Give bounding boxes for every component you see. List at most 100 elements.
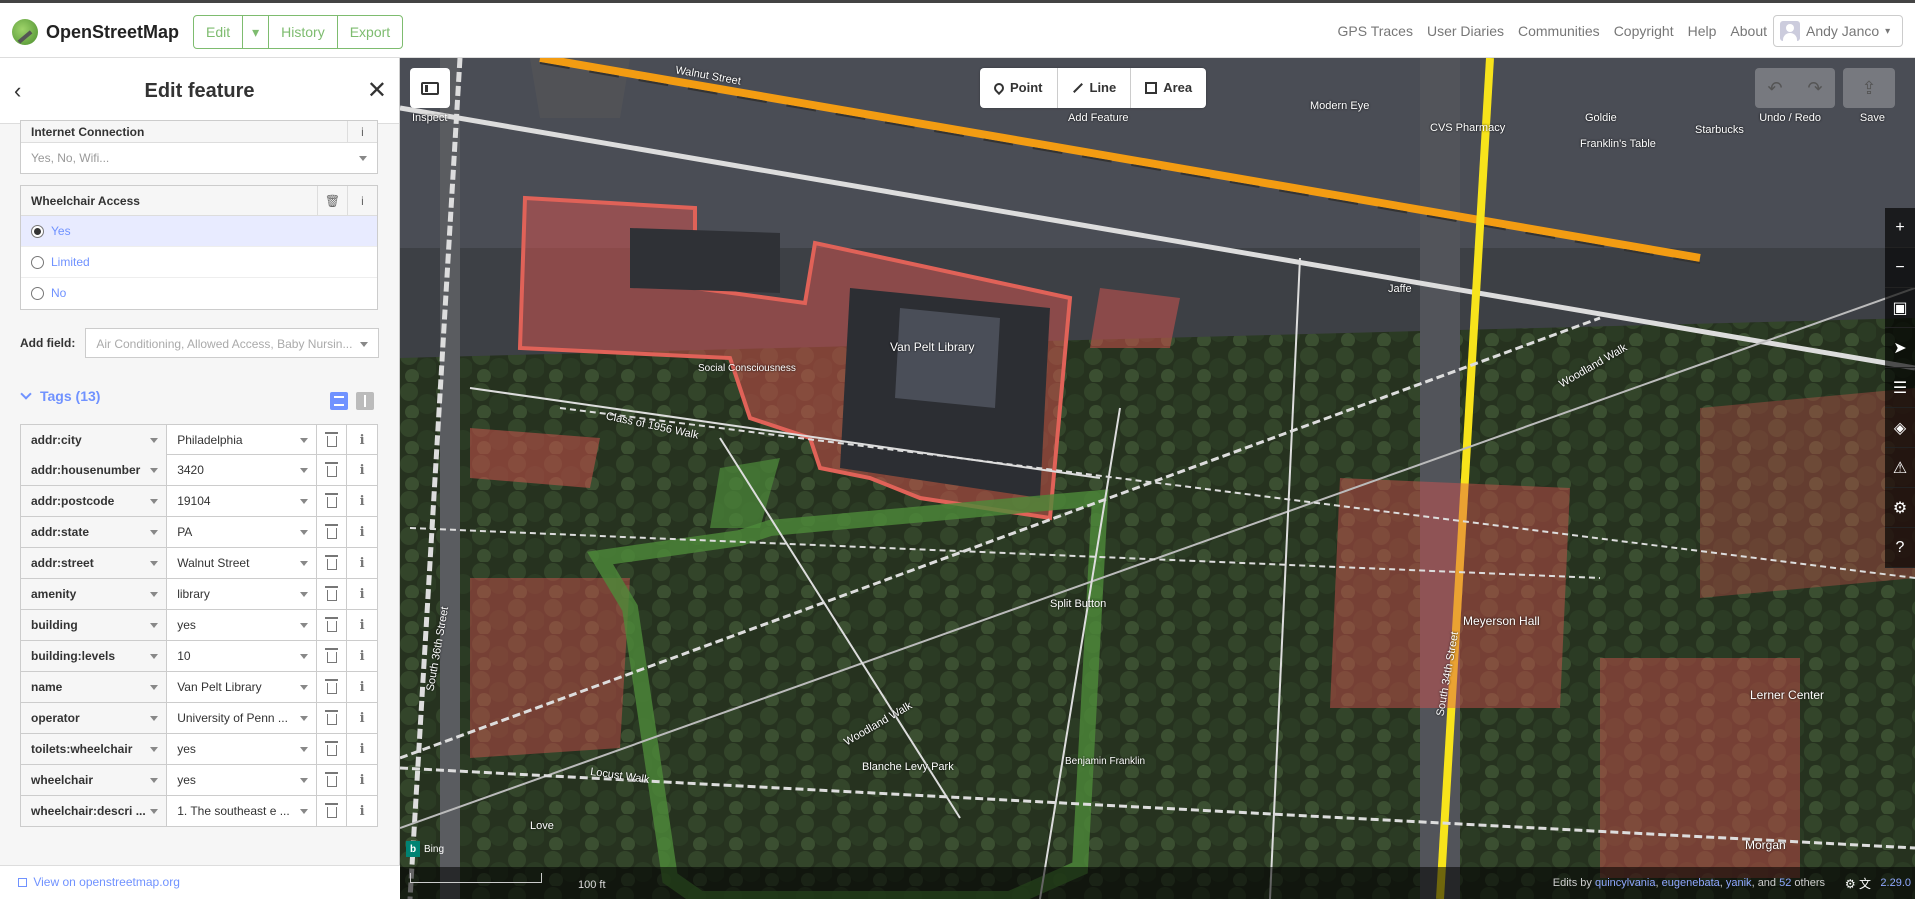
delete-tag-button[interactable]	[317, 734, 348, 764]
tag-key-input[interactable]: wheelchair:descri ...	[21, 796, 168, 826]
tag-info-button[interactable]: i	[347, 796, 377, 826]
delete-tag-button[interactable]	[317, 641, 348, 671]
background-layers-icon[interactable]: ☰	[1885, 368, 1915, 408]
tag-info-button[interactable]: i	[347, 548, 377, 578]
tag-value-input[interactable]: yes	[167, 765, 318, 795]
link-about[interactable]: About	[1730, 23, 1767, 39]
tag-value-input[interactable]: yes	[167, 734, 318, 764]
delete-tag-button[interactable]	[317, 610, 348, 640]
delete-tag-button[interactable]	[317, 672, 348, 702]
delete-tag-button[interactable]	[317, 548, 348, 578]
tag-info-button[interactable]: i	[347, 765, 377, 795]
close-icon[interactable]: ✕	[367, 76, 387, 105]
undo-icon[interactable]: ↶	[1755, 68, 1795, 108]
delete-tag-button[interactable]	[317, 517, 348, 547]
user-menu-button[interactable]: Andy Janco ▾	[1773, 15, 1903, 47]
tag-info-button[interactable]: i	[347, 703, 377, 733]
delete-tag-button[interactable]	[317, 765, 348, 795]
delete-tag-button[interactable]	[317, 579, 348, 609]
internet-connection-combo[interactable]: Yes, No, Wifi...	[21, 143, 377, 173]
wheelchair-option-no[interactable]: No	[21, 278, 377, 309]
text-view-icon[interactable]	[356, 392, 374, 410]
wheelchair-option-limited[interactable]: Limited	[21, 247, 377, 278]
add-point-button[interactable]: Point	[980, 68, 1058, 108]
tag-key-input[interactable]: name	[21, 672, 168, 702]
tag-info-button[interactable]: i	[347, 455, 377, 485]
bing-attribution[interactable]: b Bing	[406, 841, 444, 857]
trash-icon[interactable]: 🗑︎	[317, 186, 347, 216]
tag-key-input[interactable]: addr:street	[21, 548, 168, 578]
tag-info-button[interactable]: i	[347, 486, 377, 516]
history-button[interactable]: History	[269, 16, 338, 48]
tag-key-input[interactable]: wheelchair	[21, 765, 168, 795]
link-gps-traces[interactable]: GPS Traces	[1338, 23, 1413, 39]
export-button[interactable]: Export	[338, 16, 402, 48]
list-view-icon[interactable]	[330, 392, 348, 410]
radio-button[interactable]	[31, 287, 44, 300]
tag-key-input[interactable]: building	[21, 610, 168, 640]
osm-logo[interactable]: OpenStreetMap	[12, 19, 179, 45]
tag-info-button[interactable]: i	[347, 641, 377, 671]
tag-key-input[interactable]: building:levels	[21, 641, 168, 671]
tag-value-input[interactable]: Philadelphia	[167, 425, 318, 455]
link-user-diaries[interactable]: User Diaries	[1427, 23, 1504, 39]
tag-value-input[interactable]: 10	[167, 641, 318, 671]
edit-dropdown-button[interactable]: ▾	[243, 16, 270, 48]
tag-value-input[interactable]: Van Pelt Library	[167, 672, 318, 702]
redo-icon[interactable]: ↷	[1795, 68, 1835, 108]
map-data-icon[interactable]: ◈	[1885, 408, 1915, 448]
editor-link-2[interactable]: eugenebata	[1662, 877, 1720, 889]
radio-button[interactable]	[31, 256, 44, 269]
delete-tag-button[interactable]	[317, 425, 348, 455]
scale-bar[interactable]	[410, 873, 542, 883]
delete-tag-button[interactable]	[317, 455, 348, 485]
zoom-out-icon[interactable]: −	[1885, 248, 1915, 288]
tag-value-input[interactable]: library	[167, 579, 318, 609]
geolocate-icon[interactable]: ➤	[1885, 328, 1915, 368]
tag-info-button[interactable]: i	[347, 425, 377, 455]
save-button[interactable]: ⇪	[1843, 68, 1895, 108]
issues-icon[interactable]: ⚠	[1885, 448, 1915, 488]
tag-info-button[interactable]: i	[347, 579, 377, 609]
map-canvas[interactable]: Inspect Point Line Area Add Feature ↶ ↷ …	[400, 58, 1915, 899]
translate-icon[interactable]: 文	[1859, 877, 1871, 891]
delete-tag-button[interactable]	[317, 703, 348, 733]
link-copyright[interactable]: Copyright	[1614, 23, 1674, 39]
tag-info-button[interactable]: i	[347, 734, 377, 764]
radio-button[interactable]	[31, 225, 44, 238]
tag-key-input[interactable]: operator	[21, 703, 168, 733]
bug-icon[interactable]: ⚙	[1845, 877, 1856, 891]
tag-value-input[interactable]: 3420	[167, 455, 318, 485]
tag-key-input[interactable]: amenity	[21, 579, 168, 609]
link-communities[interactable]: Communities	[1518, 23, 1600, 39]
version-link[interactable]: 2.29.0	[1880, 877, 1911, 889]
add-line-button[interactable]: Line	[1058, 68, 1132, 108]
editor-link-1[interactable]: quincylvania	[1595, 877, 1656, 889]
zoom-in-icon[interactable]: +	[1885, 208, 1915, 248]
tag-info-button[interactable]: i	[347, 610, 377, 640]
wheelchair-option-yes[interactable]: Yes	[21, 216, 377, 247]
tag-value-input[interactable]: yes	[167, 610, 318, 640]
tag-key-input[interactable]: addr:postcode	[21, 486, 168, 516]
tag-key-input[interactable]: addr:city	[21, 425, 168, 455]
tag-value-input[interactable]: 19104	[167, 486, 318, 516]
editor-link-3[interactable]: yanik	[1726, 877, 1752, 889]
view-on-osm-link[interactable]: View on openstreetmap.org	[0, 865, 400, 899]
tag-key-input[interactable]: addr:housenumber	[21, 455, 168, 485]
tags-toggle[interactable]: Tags (13)	[20, 388, 378, 404]
edit-button[interactable]: Edit	[194, 16, 244, 48]
help-icon[interactable]: ?	[1885, 528, 1915, 568]
tag-value-input[interactable]: PA	[167, 517, 318, 547]
info-icon[interactable]: i	[347, 121, 377, 143]
tag-value-input[interactable]: 1. The southeast e ...	[167, 796, 318, 826]
delete-tag-button[interactable]	[317, 796, 348, 826]
add-field-input[interactable]: Air Conditioning, Allowed Access, Baby N…	[85, 328, 380, 358]
info-icon[interactable]: i	[347, 186, 377, 216]
tag-info-button[interactable]: i	[347, 517, 377, 547]
delete-tag-button[interactable]	[317, 486, 348, 516]
zoom-to-selection-icon[interactable]: ▣	[1885, 288, 1915, 328]
others-count-link[interactable]: 52	[1779, 877, 1791, 889]
tag-value-input[interactable]: University of Penn ...	[167, 703, 318, 733]
tag-info-button[interactable]: i	[347, 672, 377, 702]
inspect-panel-toggle[interactable]	[410, 68, 450, 108]
